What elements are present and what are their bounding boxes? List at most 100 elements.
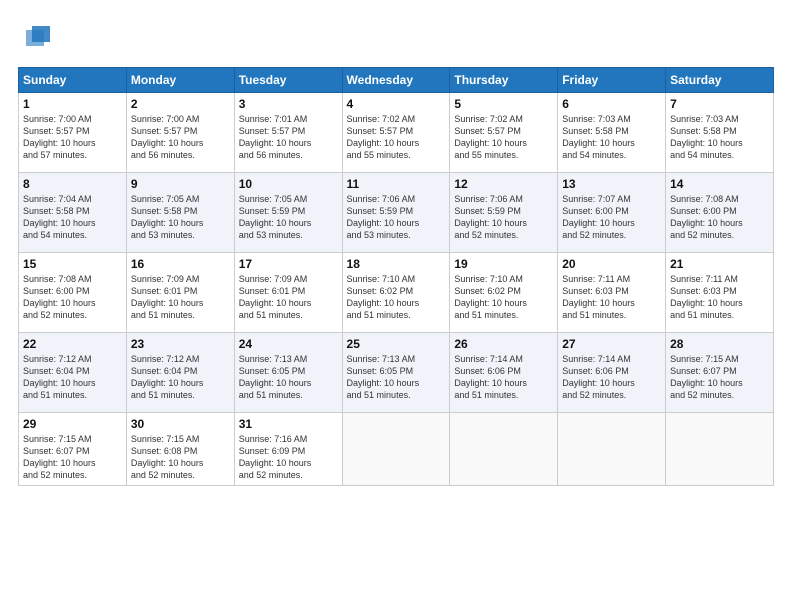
calendar-cell: 16Sunrise: 7:09 AM Sunset: 6:01 PM Dayli… <box>126 253 234 333</box>
day-number: 10 <box>239 177 338 191</box>
calendar-cell: 31 Sunrise: 7:16 AM Sunset: 6:09 PM Dayli… <box>234 413 342 486</box>
day-number: 27 <box>562 337 661 351</box>
calendar-cell: 14 Sunrise: 7:08 AM Sunset: 6:00 PM Dayli… <box>666 173 774 253</box>
page: SundayMondayTuesdayWednesdayThursdayFrid… <box>0 0 792 612</box>
day-number: 26 <box>454 337 553 351</box>
day-info: Sunrise: 7:09 AM Sunset: 6:01 PM Dayligh… <box>131 273 230 322</box>
day-info: Sunrise: 7:14 AM Sunset: 6:06 PM Dayligh… <box>454 353 553 402</box>
day-number: 15 <box>23 257 122 271</box>
day-info: Sunrise: 7:06 AM Sunset: 5:59 PM Dayligh… <box>347 193 446 242</box>
day-info: Sunrise: 7:08 AM Sunset: 6:00 PM Dayligh… <box>23 273 122 322</box>
day-number: 18 <box>347 257 446 271</box>
logo <box>18 18 54 57</box>
calendar-cell: 5 Sunrise: 7:02 AM Sunset: 5:57 PM Daylig… <box>450 93 558 173</box>
day-info: Sunrise: 7:06 AM Sunset: 5:59 PM Dayligh… <box>454 193 553 242</box>
calendar-cell: 17 Sunrise: 7:09 AM Sunset: 6:01 PM Dayli… <box>234 253 342 333</box>
weekday-header-sunday: Sunday <box>19 68 127 93</box>
calendar-cell: 27 Sunrise: 7:14 AM Sunset: 6:06 PM Dayli… <box>558 333 666 413</box>
day-number: 5 <box>454 97 553 111</box>
day-info: Sunrise: 7:02 AM Sunset: 5:57 PM Dayligh… <box>454 113 553 162</box>
day-number: 1 <box>23 97 122 111</box>
calendar-cell: 28 Sunrise: 7:15 AM Sunset: 6:07 PM Dayli… <box>666 333 774 413</box>
weekday-header-tuesday: Tuesday <box>234 68 342 93</box>
calendar-week-row: 15 Sunrise: 7:08 AM Sunset: 6:00 PM Dayli… <box>19 253 774 333</box>
day-info: Sunrise: 7:03 AM Sunset: 5:58 PM Dayligh… <box>670 113 769 162</box>
calendar-cell: 7 Sunrise: 7:03 AM Sunset: 5:58 PM Daylig… <box>666 93 774 173</box>
calendar-cell: 26 Sunrise: 7:14 AM Sunset: 6:06 PM Dayli… <box>450 333 558 413</box>
day-number: 25 <box>347 337 446 351</box>
day-info: Sunrise: 7:15 AM Sunset: 6:08 PM Dayligh… <box>131 433 230 482</box>
calendar-cell: 15 Sunrise: 7:08 AM Sunset: 6:00 PM Dayli… <box>19 253 127 333</box>
day-info: Sunrise: 7:12 AM Sunset: 6:04 PM Dayligh… <box>23 353 122 402</box>
day-number: 9 <box>131 177 230 191</box>
day-number: 21 <box>670 257 769 271</box>
calendar-header-row: SundayMondayTuesdayWednesdayThursdayFrid… <box>19 68 774 93</box>
calendar-cell: 18 Sunrise: 7:10 AM Sunset: 6:02 PM Dayli… <box>342 253 450 333</box>
day-number: 11 <box>347 177 446 191</box>
calendar-cell <box>666 413 774 486</box>
calendar-cell: 9 Sunrise: 7:05 AM Sunset: 5:58 PM Daylig… <box>126 173 234 253</box>
day-info: Sunrise: 7:12 AM Sunset: 6:04 PM Dayligh… <box>131 353 230 402</box>
day-number: 3 <box>239 97 338 111</box>
day-info: Sunrise: 7:04 AM Sunset: 5:58 PM Dayligh… <box>23 193 122 242</box>
calendar-week-row: 29 Sunrise: 7:15 AM Sunset: 6:07 PM Dayli… <box>19 413 774 486</box>
day-number: 13 <box>562 177 661 191</box>
weekday-header-friday: Friday <box>558 68 666 93</box>
day-number: 29 <box>23 417 122 431</box>
day-info: Sunrise: 7:10 AM Sunset: 6:02 PM Dayligh… <box>454 273 553 322</box>
calendar-week-row: 8 Sunrise: 7:04 AM Sunset: 5:58 PM Daylig… <box>19 173 774 253</box>
calendar-cell: 25 Sunrise: 7:13 AM Sunset: 6:05 PM Dayli… <box>342 333 450 413</box>
day-number: 23 <box>131 337 230 351</box>
day-info: Sunrise: 7:14 AM Sunset: 6:06 PM Dayligh… <box>562 353 661 402</box>
day-number: 12 <box>454 177 553 191</box>
day-number: 22 <box>23 337 122 351</box>
day-number: 31 <box>239 417 338 431</box>
day-number: 30 <box>131 417 230 431</box>
calendar-cell: 2Sunrise: 7:00 AM Sunset: 5:57 PM Daylig… <box>126 93 234 173</box>
day-info: Sunrise: 7:09 AM Sunset: 6:01 PM Dayligh… <box>239 273 338 322</box>
day-number: 28 <box>670 337 769 351</box>
day-info: Sunrise: 7:07 AM Sunset: 6:00 PM Dayligh… <box>562 193 661 242</box>
day-info: Sunrise: 7:16 AM Sunset: 6:09 PM Dayligh… <box>239 433 338 482</box>
calendar-cell: 20Sunrise: 7:11 AM Sunset: 6:03 PM Dayli… <box>558 253 666 333</box>
day-number: 8 <box>23 177 122 191</box>
calendar-cell: 8 Sunrise: 7:04 AM Sunset: 5:58 PM Daylig… <box>19 173 127 253</box>
calendar-cell: 1 Sunrise: 7:00 AM Sunset: 5:57 PM Daylig… <box>19 93 127 173</box>
day-info: Sunrise: 7:10 AM Sunset: 6:02 PM Dayligh… <box>347 273 446 322</box>
day-number: 19 <box>454 257 553 271</box>
day-info: Sunrise: 7:15 AM Sunset: 6:07 PM Dayligh… <box>23 433 122 482</box>
calendar-cell: 11 Sunrise: 7:06 AM Sunset: 5:59 PM Dayli… <box>342 173 450 253</box>
day-info: Sunrise: 7:03 AM Sunset: 5:58 PM Dayligh… <box>562 113 661 162</box>
day-number: 17 <box>239 257 338 271</box>
weekday-header-wednesday: Wednesday <box>342 68 450 93</box>
calendar-cell: 3Sunrise: 7:01 AM Sunset: 5:57 PM Daylig… <box>234 93 342 173</box>
calendar-week-row: 1 Sunrise: 7:00 AM Sunset: 5:57 PM Daylig… <box>19 93 774 173</box>
calendar-cell: 4 Sunrise: 7:02 AM Sunset: 5:57 PM Daylig… <box>342 93 450 173</box>
calendar-cell: 30 Sunrise: 7:15 AM Sunset: 6:08 PM Dayli… <box>126 413 234 486</box>
day-info: Sunrise: 7:00 AM Sunset: 5:57 PM Dayligh… <box>23 113 122 162</box>
day-info: Sunrise: 7:15 AM Sunset: 6:07 PM Dayligh… <box>670 353 769 402</box>
day-number: 20 <box>562 257 661 271</box>
header <box>18 18 774 57</box>
calendar-cell: 12 Sunrise: 7:06 AM Sunset: 5:59 PM Dayli… <box>450 173 558 253</box>
day-info: Sunrise: 7:05 AM Sunset: 5:58 PM Dayligh… <box>131 193 230 242</box>
day-info: Sunrise: 7:13 AM Sunset: 6:05 PM Dayligh… <box>347 353 446 402</box>
day-info: Sunrise: 7:02 AM Sunset: 5:57 PM Dayligh… <box>347 113 446 162</box>
day-info: Sunrise: 7:08 AM Sunset: 6:00 PM Dayligh… <box>670 193 769 242</box>
day-number: 14 <box>670 177 769 191</box>
day-info: Sunrise: 7:00 AM Sunset: 5:57 PM Dayligh… <box>131 113 230 162</box>
weekday-header-thursday: Thursday <box>450 68 558 93</box>
calendar-cell <box>342 413 450 486</box>
weekday-header-saturday: Saturday <box>666 68 774 93</box>
calendar-cell: 13 Sunrise: 7:07 AM Sunset: 6:00 PM Dayli… <box>558 173 666 253</box>
calendar-cell: 23 Sunrise: 7:12 AM Sunset: 6:04 PM Dayli… <box>126 333 234 413</box>
calendar-table: SundayMondayTuesdayWednesdayThursdayFrid… <box>18 67 774 486</box>
calendar-week-row: 22 Sunrise: 7:12 AM Sunset: 6:04 PM Dayli… <box>19 333 774 413</box>
calendar-cell: 6Sunrise: 7:03 AM Sunset: 5:58 PM Daylig… <box>558 93 666 173</box>
calendar-cell: 22 Sunrise: 7:12 AM Sunset: 6:04 PM Dayli… <box>19 333 127 413</box>
calendar-cell: 29 Sunrise: 7:15 AM Sunset: 6:07 PM Dayli… <box>19 413 127 486</box>
calendar-cell <box>558 413 666 486</box>
calendar-cell <box>450 413 558 486</box>
day-number: 4 <box>347 97 446 111</box>
day-number: 7 <box>670 97 769 111</box>
